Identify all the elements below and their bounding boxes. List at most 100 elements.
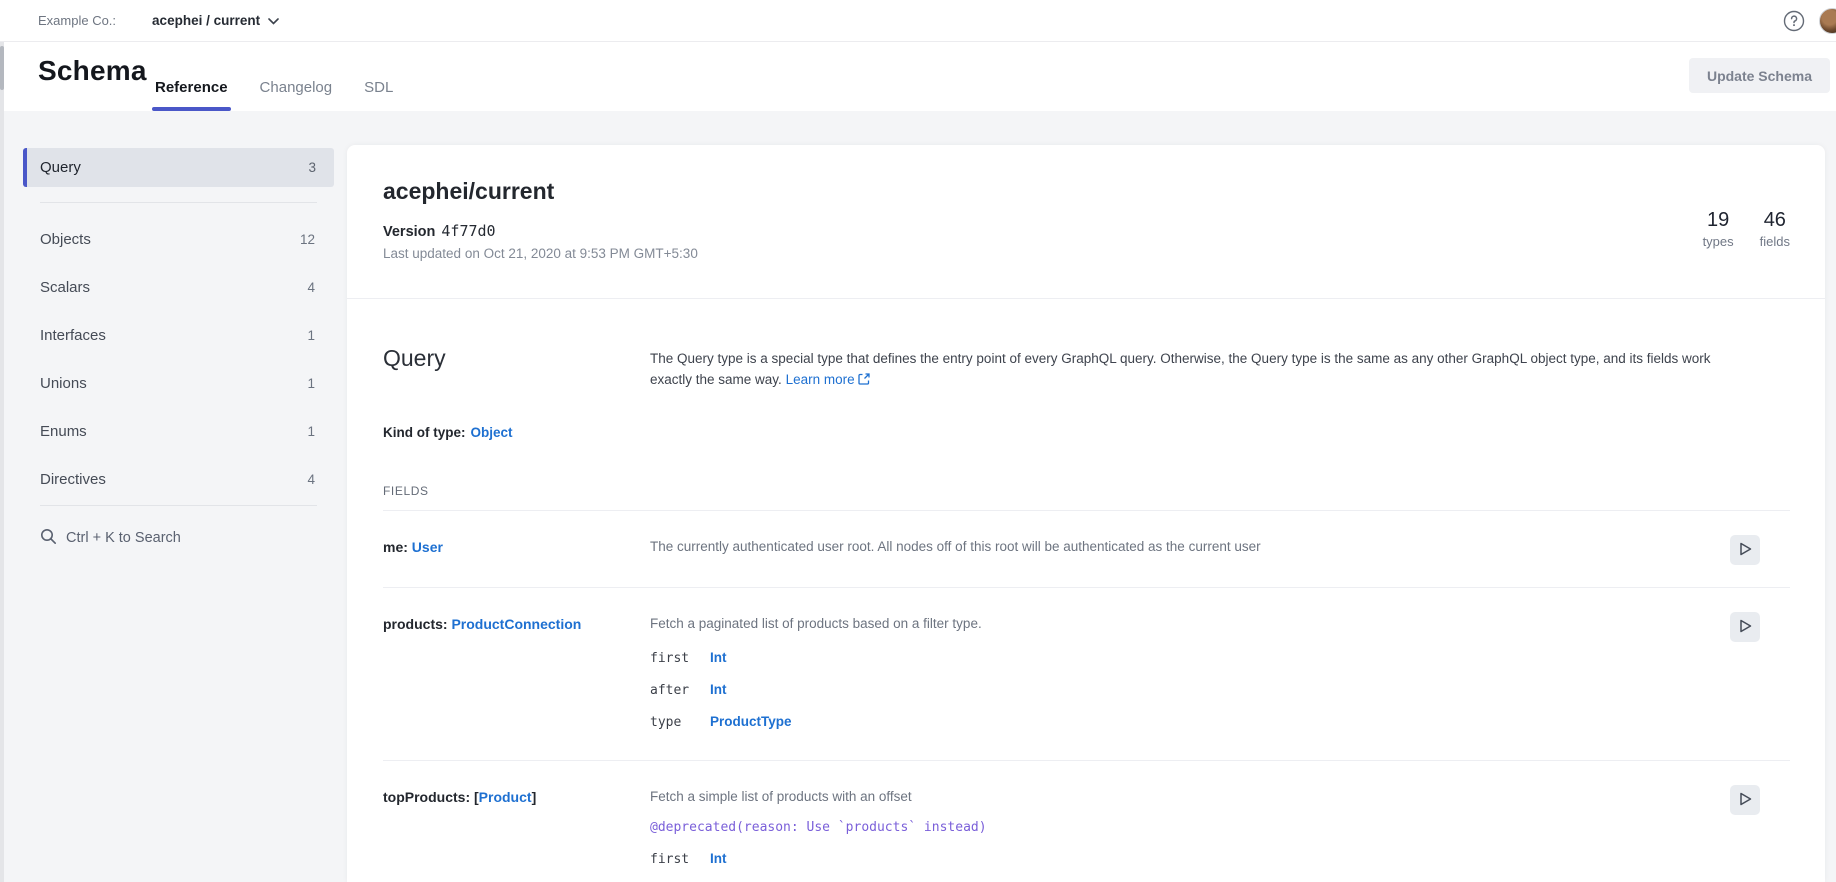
sidebar-item-unions[interactable]: Unions 1 — [23, 359, 334, 407]
field-arg-row: first Int — [650, 650, 1710, 666]
fields-section-label: FIELDS — [383, 484, 1790, 498]
tab-label: SDL — [364, 79, 393, 96]
type-name: Query — [383, 345, 650, 391]
arg-type-link[interactable]: ProductType — [710, 714, 792, 729]
tab-label: Changelog — [260, 79, 333, 96]
stat-block: 46 fields — [1760, 209, 1790, 249]
sidebar-item-scalars[interactable]: Scalars 4 — [23, 263, 334, 311]
arg-type-link[interactable]: Int — [710, 851, 727, 866]
stat-label: fields — [1760, 234, 1790, 249]
arg-type-link[interactable]: Int — [710, 650, 727, 665]
sidebar: Query 3 Objects 12 Scalars 4 Interfaces … — [23, 148, 334, 558]
type-section: Query The Query type is a special type t… — [347, 345, 1825, 882]
help-icon[interactable] — [1783, 10, 1805, 32]
graph-title: acephei/current — [383, 178, 1790, 205]
sidebar-divider — [40, 505, 317, 506]
user-avatar[interactable] — [1819, 8, 1836, 34]
run-query-button[interactable] — [1730, 612, 1760, 642]
field-type-bracket: ] — [532, 789, 537, 805]
field-type-link[interactable]: ProductConnection — [451, 616, 581, 632]
field-description: Fetch a paginated list of products based… — [650, 614, 1710, 634]
tab-label: Reference — [155, 79, 228, 96]
arg-name: first — [650, 651, 710, 666]
sidebar-item-interfaces[interactable]: Interfaces 1 — [23, 311, 334, 359]
field-name: me: User — [383, 537, 650, 557]
left-scrollbar[interactable] — [0, 42, 4, 882]
field-detail: Fetch a simple list of products with an … — [650, 787, 1790, 867]
version-line: Version 4f77d0 — [383, 222, 1790, 240]
update-schema-button[interactable]: Update Schema — [1689, 58, 1830, 93]
play-icon — [1739, 619, 1752, 636]
sidebar-item-label: Unions — [40, 375, 87, 392]
field-row: topProducts: [Product] Fetch a simple li… — [383, 761, 1790, 882]
arg-name: after — [650, 683, 710, 698]
sidebar-item-label: Enums — [40, 423, 87, 440]
card-header: acephei/current Version 4f77d0 Last updat… — [347, 145, 1825, 299]
sidebar-divider — [40, 202, 317, 203]
field-row: me: User The currently authenticated use… — [383, 511, 1790, 588]
field-description: The currently authenticated user root. A… — [650, 537, 1710, 557]
version-value: 4f77d0 — [441, 222, 495, 240]
schema-card: acephei/current Version 4f77d0 Last updat… — [347, 145, 1825, 882]
org-label: Example Co.: — [38, 13, 116, 28]
tabs: Reference Changelog SDL — [152, 42, 396, 111]
field-args: first Int — [650, 851, 1710, 867]
arg-type-link[interactable]: Int — [710, 682, 727, 697]
tab-changelog[interactable]: Changelog — [257, 79, 336, 111]
page-title: Schema — [38, 55, 147, 87]
play-icon — [1739, 542, 1752, 559]
content-area: Query 3 Objects 12 Scalars 4 Interfaces … — [0, 111, 1836, 882]
field-name: topProducts: [Product] — [383, 787, 650, 867]
tab-sdl[interactable]: SDL — [361, 79, 396, 111]
field-name: products: ProductConnection — [383, 614, 650, 730]
stat-block: 19 types — [1703, 209, 1734, 249]
field-name-label: topProducts: — [383, 789, 470, 805]
scrollbar-thumb[interactable] — [0, 46, 4, 90]
sidebar-item-label: Scalars — [40, 279, 90, 296]
field-detail: The currently authenticated user root. A… — [650, 537, 1790, 557]
graph-selector-dropdown[interactable]: acephei / current — [152, 13, 279, 28]
page-header: Schema Reference Changelog SDL Update Sc… — [0, 42, 1836, 111]
stat-label: types — [1703, 234, 1734, 249]
field-detail: Fetch a paginated list of products based… — [650, 614, 1790, 730]
run-query-button[interactable] — [1730, 535, 1760, 565]
field-list: me: User The currently authenticated use… — [383, 511, 1790, 882]
divider — [347, 298, 1825, 299]
kind-of-type-line: Kind of type:Object — [383, 425, 1790, 440]
run-query-button[interactable] — [1730, 785, 1760, 815]
sidebar-item-label: Interfaces — [40, 327, 106, 344]
learn-more-link[interactable]: Learn more — [786, 372, 855, 387]
chevron-down-icon — [268, 13, 279, 28]
kind-value-link[interactable]: Object — [471, 425, 513, 440]
type-header-row: Query The Query type is a special type t… — [383, 345, 1790, 391]
field-name-label: me: — [383, 539, 408, 555]
field-arg-row: first Int — [650, 851, 1710, 867]
sidebar-item-objects[interactable]: Objects 12 — [23, 215, 334, 263]
stat-value: 19 — [1703, 209, 1734, 232]
field-type-link[interactable]: Product — [479, 789, 532, 805]
topbar: Example Co.: acephei / current — [0, 0, 1836, 42]
field-arg-row: type ProductType — [650, 714, 1710, 730]
tab-reference[interactable]: Reference — [152, 79, 231, 111]
last-updated: Last updated on Oct 21, 2020 at 9:53 PM … — [383, 246, 1790, 261]
sidebar-item-directives[interactable]: Directives 4 — [23, 455, 334, 503]
sidebar-item-count: 3 — [308, 160, 316, 175]
field-type-link[interactable]: User — [412, 539, 443, 555]
sidebar-item-query[interactable]: Query 3 — [23, 148, 334, 187]
field-row: products: ProductConnection Fetch a pagi… — [383, 588, 1790, 761]
external-link-icon — [858, 370, 870, 391]
sidebar-item-count: 1 — [307, 376, 315, 391]
stat-value: 46 — [1760, 209, 1790, 232]
field-deprecated-note: @deprecated(reason: Use `products` inste… — [650, 820, 1710, 835]
sidebar-item-count: 12 — [300, 232, 315, 247]
sidebar-item-count: 4 — [307, 280, 315, 295]
field-args: first Int after Int type ProductType — [650, 650, 1710, 730]
version-label: Version — [383, 224, 435, 240]
sidebar-item-enums[interactable]: Enums 1 — [23, 407, 334, 455]
graph-selector-label: acephei / current — [152, 13, 260, 28]
topbar-right — [1783, 8, 1836, 34]
type-description: The Query type is a special type that de… — [650, 345, 1790, 391]
schema-search-trigger[interactable]: Ctrl + K to Search — [23, 518, 334, 558]
arg-name: first — [650, 852, 710, 867]
sidebar-list: Objects 12 Scalars 4 Interfaces 1 Unions… — [23, 215, 334, 503]
